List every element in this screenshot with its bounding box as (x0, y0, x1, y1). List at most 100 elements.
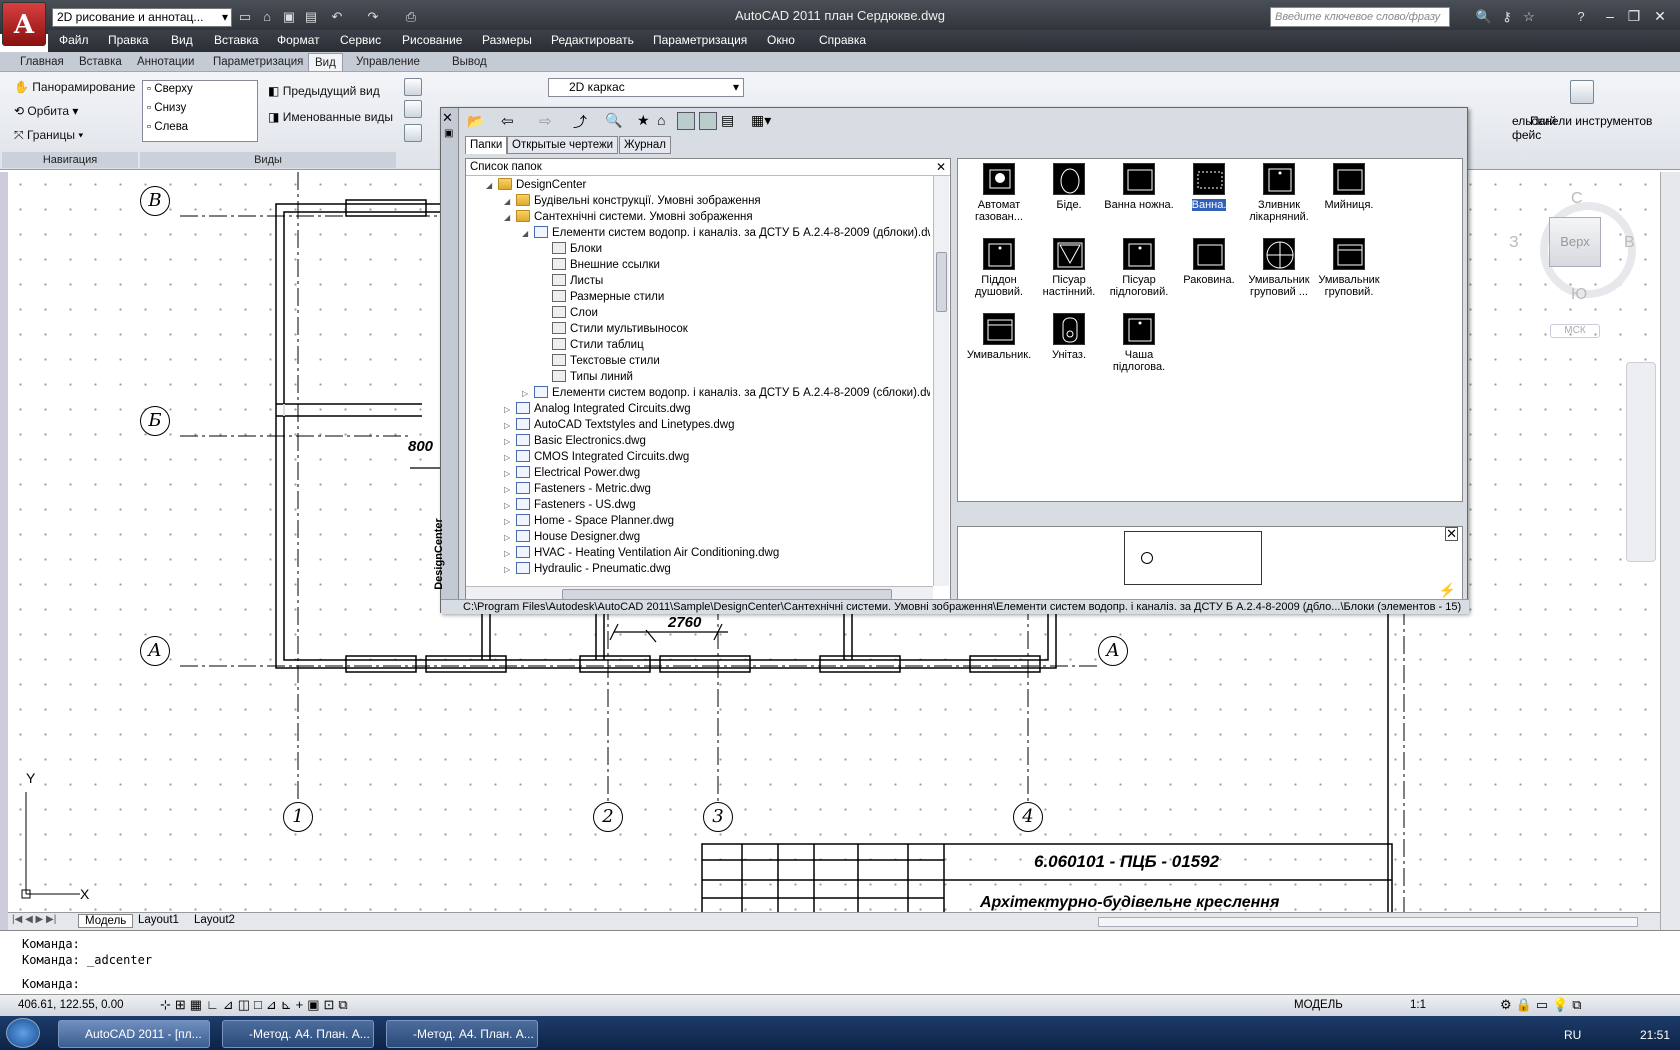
block-item[interactable]: Унітаз. (1034, 311, 1104, 361)
tab-folders[interactable]: Папки (465, 136, 508, 154)
block-item[interactable]: Біде. (1034, 161, 1104, 211)
up-icon[interactable]: ⤴ (573, 112, 587, 132)
block-item[interactable]: Піддон душовий. (964, 236, 1034, 298)
menu-format[interactable]: Формат (277, 33, 320, 47)
expand-icon[interactable]: ▷ (504, 418, 516, 434)
previous-view-button[interactable]: ◧ Предыдущий вид (268, 84, 380, 98)
tree-item[interactable]: ◢ Сантехнічні системи. Умовні зображення (468, 209, 930, 225)
tree-item[interactable]: ▷ Analog Integrated Circuits.dwg (468, 401, 930, 417)
taskbar-item-doc2[interactable]: -Метод. А4. План. А... (386, 1020, 538, 1048)
tree-item[interactable]: Стили мультивыносок (468, 321, 930, 337)
tab-home[interactable]: Главная (14, 53, 70, 71)
menu-view[interactable]: Вид (171, 33, 193, 47)
menu-help[interactable]: Справка (819, 33, 866, 47)
named-views-button[interactable]: ◨ Именованные виды (268, 110, 393, 124)
expand-icon[interactable]: ▷ (504, 562, 516, 578)
status-tray-icons[interactable]: ⚙🔒▭💡⧉ (1500, 997, 1586, 1013)
close-icon[interactable]: ✕ (936, 159, 946, 175)
home-icon[interactable]: ⌂ (657, 112, 665, 128)
tree-toggle-icon[interactable] (677, 112, 695, 130)
views-icon[interactable]: ▦▾ (751, 112, 771, 129)
tree-item[interactable]: ▷ Fasteners - Metric.dwg (468, 481, 930, 497)
close-icon[interactable]: ✕ (1648, 6, 1672, 26)
expand-icon[interactable]: ▷ (504, 530, 516, 546)
tab-layout2[interactable]: Layout2 (188, 914, 241, 926)
menu-insert[interactable]: Вставка (214, 33, 259, 47)
forward-icon[interactable]: ⇨ (539, 112, 552, 130)
tree-item[interactable]: Блоки (468, 241, 930, 257)
designcenter-window[interactable]: ✕ ▣ DesignCenter 📂 ⇦ ⇨ ⤴ 🔍 ★ ⌂ ▤ ▦▾ Папк… (433, 107, 1469, 614)
expand-icon[interactable]: ▷ (504, 434, 516, 450)
tab-annotate[interactable]: Аннотации (131, 53, 200, 71)
block-item[interactable]: Умивальник груповий. (1314, 236, 1384, 298)
ucs-icon-1[interactable] (404, 78, 422, 99)
block-item[interactable]: Умивальник. (964, 311, 1034, 361)
menu-file[interactable]: Файл (59, 33, 89, 47)
menu-edit[interactable]: Правка (108, 33, 149, 47)
command-line[interactable]: Команда: Команда: _adcenter Команда: (0, 930, 1680, 994)
close-icon[interactable]: ✕ (442, 110, 453, 126)
tree-item[interactable]: Слои (468, 305, 930, 321)
extents-button[interactable]: ⤧ Границы ▾ (14, 128, 83, 143)
tree-item[interactable]: Размерные стили (468, 289, 930, 305)
menu-window[interactable]: Окно (767, 33, 795, 47)
expand-icon[interactable]: ▷ (504, 498, 516, 514)
search-input[interactable]: Введите ключевое слово/фразу (1270, 7, 1450, 27)
close-icon[interactable]: ✕ (1445, 527, 1458, 541)
block-item[interactable]: Умивальник груповий ... (1244, 236, 1314, 298)
expand-icon[interactable]: ▷ (504, 402, 516, 418)
tree-item[interactable]: ▷ Hydraulic - Pneumatic.dwg (468, 561, 930, 577)
expand-icon[interactable]: ▷ (504, 546, 516, 562)
taskbar-item-doc1[interactable]: -Метод. А4. План. А... (222, 1020, 374, 1048)
visual-style-dropdown[interactable]: 2D каркас ▾ (548, 78, 744, 97)
tree-item[interactable]: Листы (468, 273, 930, 289)
ucs-icon-2[interactable] (404, 100, 422, 121)
expand-icon[interactable]: ▷ (504, 482, 516, 498)
language-indicator[interactable]: RU (1564, 1028, 1581, 1042)
start-button[interactable] (6, 1018, 40, 1048)
favorites-icon[interactable]: ★ (637, 112, 650, 129)
vertical-scrollbar[interactable] (1660, 172, 1680, 932)
tool-palettes-button[interactable]: Панели инструментов (1530, 114, 1652, 128)
pan-button[interactable]: ✋ Панорамирование (14, 80, 135, 94)
expand-icon[interactable]: ▷ (504, 450, 516, 466)
block-palette[interactable]: Автомат газован... Біде. Ванна ножна. Ванна… (957, 158, 1463, 502)
tree-item[interactable]: ▷ HVAC - Heating Ventilation Air Conditio… (468, 545, 930, 561)
folder-tree[interactable]: Список папок ✕ ◢ DesignCenter ◢ Будівельні к… (465, 158, 951, 602)
tab-manage[interactable]: Управление (350, 53, 426, 71)
tree-item[interactable]: ▷ CMOS Integrated Circuits.dwg (468, 449, 930, 465)
menu-dimension[interactable]: Размеры (482, 33, 532, 47)
coordinates-readout[interactable]: 406.61, 122.55, 0.00 (18, 999, 124, 1011)
tree-item[interactable]: ◢ Будівельні конструкції. Умовні зображен… (468, 193, 930, 209)
tree-item[interactable]: ▷ Елементи систем водопр. і каналіз. за Д… (468, 385, 930, 401)
menu-draw[interactable]: Рисование (402, 33, 462, 47)
expand-icon[interactable]: ▷ (504, 514, 516, 530)
menu-modify[interactable]: Редактировать (551, 33, 634, 47)
tree-item[interactable]: ▷ AutoCAD Textstyles and Linetypes.dwg (468, 417, 930, 433)
tree-item[interactable]: ◢ DesignCenter (468, 177, 930, 193)
drafting-toggles[interactable]: ⊹⊞▦∟⊿◫□⊿⊾+▣⊡⧉ (160, 997, 352, 1013)
block-item[interactable]: Автомат газован... (964, 161, 1034, 223)
views-list[interactable]: ▫ Сверху ▫ Снизу ▫ Слева (142, 80, 258, 142)
minimize-icon[interactable]: – (1598, 6, 1622, 26)
viewcube-top[interactable]: Верх (1549, 217, 1601, 267)
view-left[interactable]: ▫ Слева (143, 119, 257, 135)
load-icon[interactable]: 📂 (467, 113, 484, 130)
expand-icon[interactable]: ▷ (522, 386, 534, 402)
block-item[interactable]: Зливник лікарняний. (1244, 161, 1314, 223)
tab-output[interactable]: Вывод (446, 53, 493, 71)
tree-item[interactable]: Текстовые стили (468, 353, 930, 369)
annotation-scale[interactable]: 1:1 (1410, 999, 1426, 1011)
block-item[interactable]: Пісуар настінний. (1034, 236, 1104, 298)
key-icon[interactable]: ⚷ (1498, 8, 1516, 26)
model-space-button[interactable]: МОДЕЛЬ (1294, 999, 1343, 1011)
application-menu-button[interactable]: A (2, 2, 46, 46)
ucs-icon-3[interactable] (404, 124, 422, 145)
star-icon[interactable]: ☆ (1520, 8, 1538, 26)
search-icon[interactable]: 🔍 (605, 112, 622, 129)
tab-model[interactable]: Модель (78, 914, 134, 928)
taskbar-item-autocad[interactable]: AutoCAD 2011 - [пл... (58, 1020, 210, 1048)
tree-item[interactable]: ◢ Елементи систем водопр. і каналіз. за Д… (468, 225, 930, 241)
block-item[interactable]: Раковина. (1174, 236, 1244, 286)
tree-item[interactable]: Типы линий (468, 369, 930, 385)
